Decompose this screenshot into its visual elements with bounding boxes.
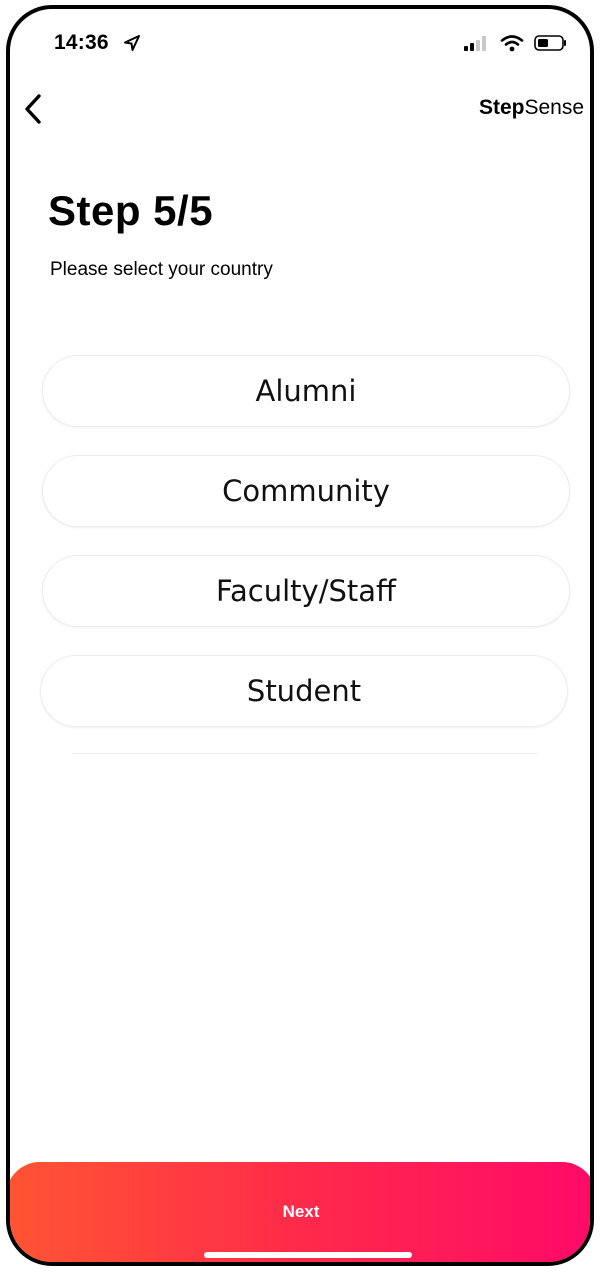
list-divider [72, 753, 538, 754]
option-label: Community [222, 474, 390, 508]
cellular-signal-icon [464, 36, 486, 51]
home-indicator [204, 1252, 412, 1258]
location-arrow-icon [124, 35, 140, 51]
app-brand-logo: StepSense [479, 96, 584, 120]
brand-bold-text: Step [478, 96, 525, 119]
option-faculty-staff[interactable]: Faculty/Staff [42, 555, 570, 627]
chevron-left-icon [25, 94, 41, 124]
next-button[interactable]: Next [10, 1162, 590, 1262]
brand-regular-text: Sense [524, 96, 584, 119]
option-student[interactable]: Student [40, 655, 568, 727]
option-label: Student [246, 674, 362, 708]
option-alumni[interactable]: Alumni [42, 355, 570, 427]
status-time: 14:36 [54, 31, 109, 54]
phone-screen: 14:36 StepSense Step 5/5 Please select y… [6, 5, 594, 1266]
back-button[interactable] [22, 89, 62, 129]
status-icons [464, 31, 568, 55]
option-community[interactable]: Community [42, 455, 570, 527]
option-label: Faculty/Staff [215, 574, 396, 608]
page-title: Step 5/5 [48, 187, 214, 234]
battery-icon [534, 35, 566, 51]
page-subtitle: Please select your country [50, 259, 273, 280]
option-label: Alumni [255, 374, 357, 408]
status-bar: 14:36 [10, 9, 590, 79]
wifi-icon [500, 35, 524, 52]
